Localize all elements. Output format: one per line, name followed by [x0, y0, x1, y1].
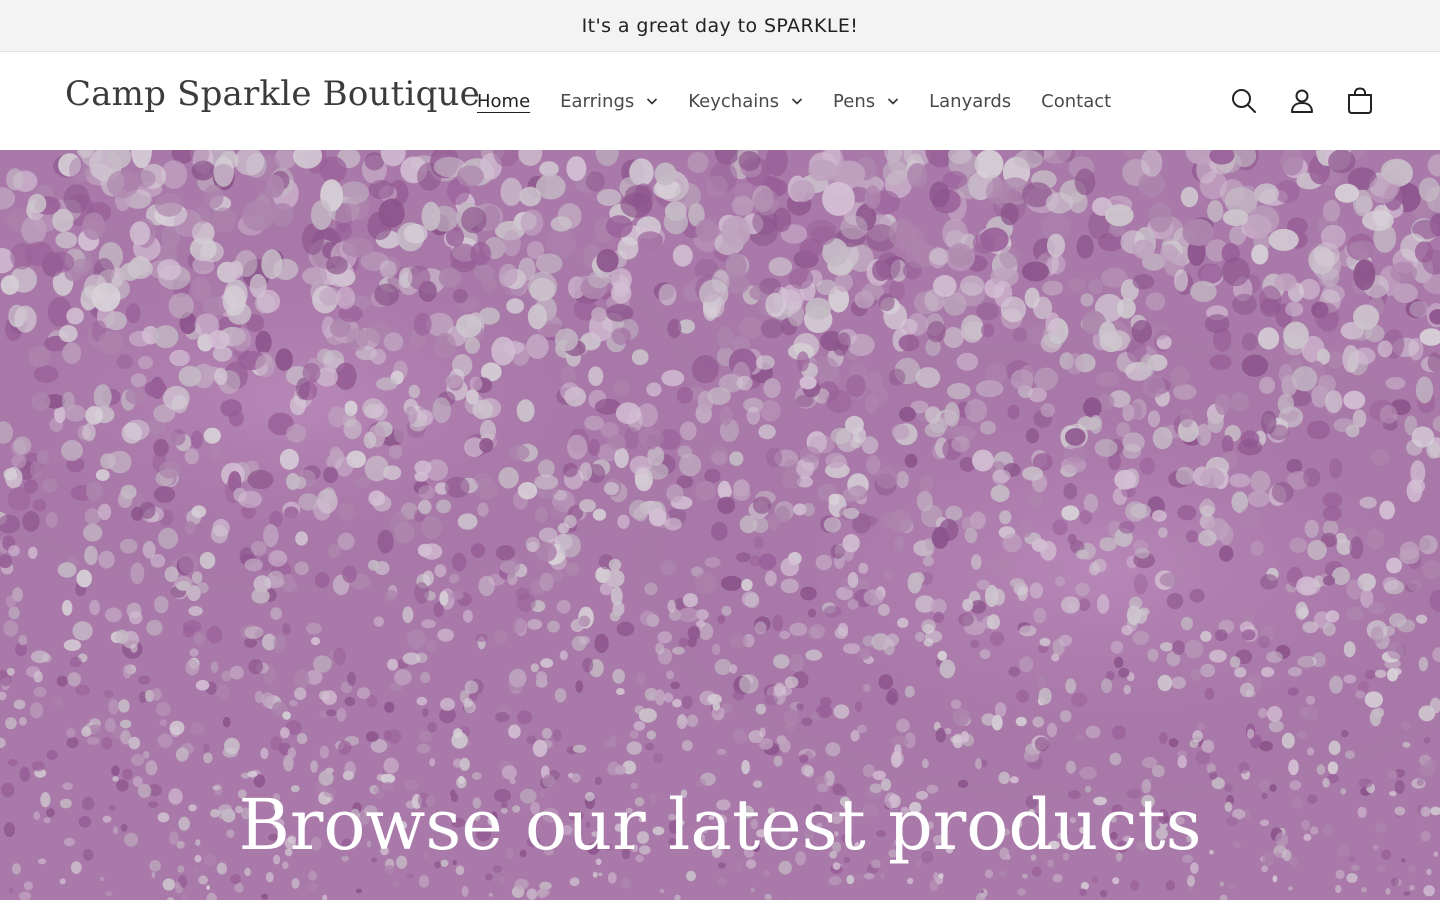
nav-item-keychains[interactable]: Keychains [673, 81, 818, 121]
main-nav: Home Earrings Keychains Pens Lanyards Co… [462, 52, 1126, 150]
chevron-down-icon [887, 95, 899, 107]
site-header: Camp Sparkle Boutique Home Earrings Keyc… [0, 52, 1440, 150]
nav-item-label: Contact [1041, 90, 1112, 112]
announcement-bar: It's a great day to SPARKLE! [0, 0, 1440, 52]
nav-item-label: Pens [833, 90, 876, 112]
nav-item-home[interactable]: Home [462, 81, 545, 121]
search-icon[interactable] [1226, 83, 1262, 119]
chevron-down-icon [791, 95, 803, 107]
announcement-text: It's a great day to SPARKLE! [581, 14, 859, 37]
account-icon[interactable] [1284, 83, 1320, 119]
nav-item-pens[interactable]: Pens [818, 81, 914, 121]
nav-item-label: Keychains [688, 90, 780, 112]
chevron-down-icon [646, 95, 658, 107]
nav-item-label: Earrings [560, 90, 635, 112]
hero-banner: Browse our latest products [0, 150, 1440, 900]
nav-item-earrings[interactable]: Earrings [545, 81, 673, 121]
nav-item-label: Lanyards [929, 90, 1012, 112]
nav-item-label: Home [477, 90, 531, 112]
store-logo[interactable]: Camp Sparkle Boutique [65, 74, 480, 114]
nav-item-contact[interactable]: Contact [1026, 81, 1126, 121]
hero-heading: Browse our latest products [238, 784, 1202, 866]
header-icons [1226, 52, 1378, 150]
cart-icon[interactable] [1342, 83, 1378, 119]
nav-item-lanyards[interactable]: Lanyards [914, 81, 1026, 121]
